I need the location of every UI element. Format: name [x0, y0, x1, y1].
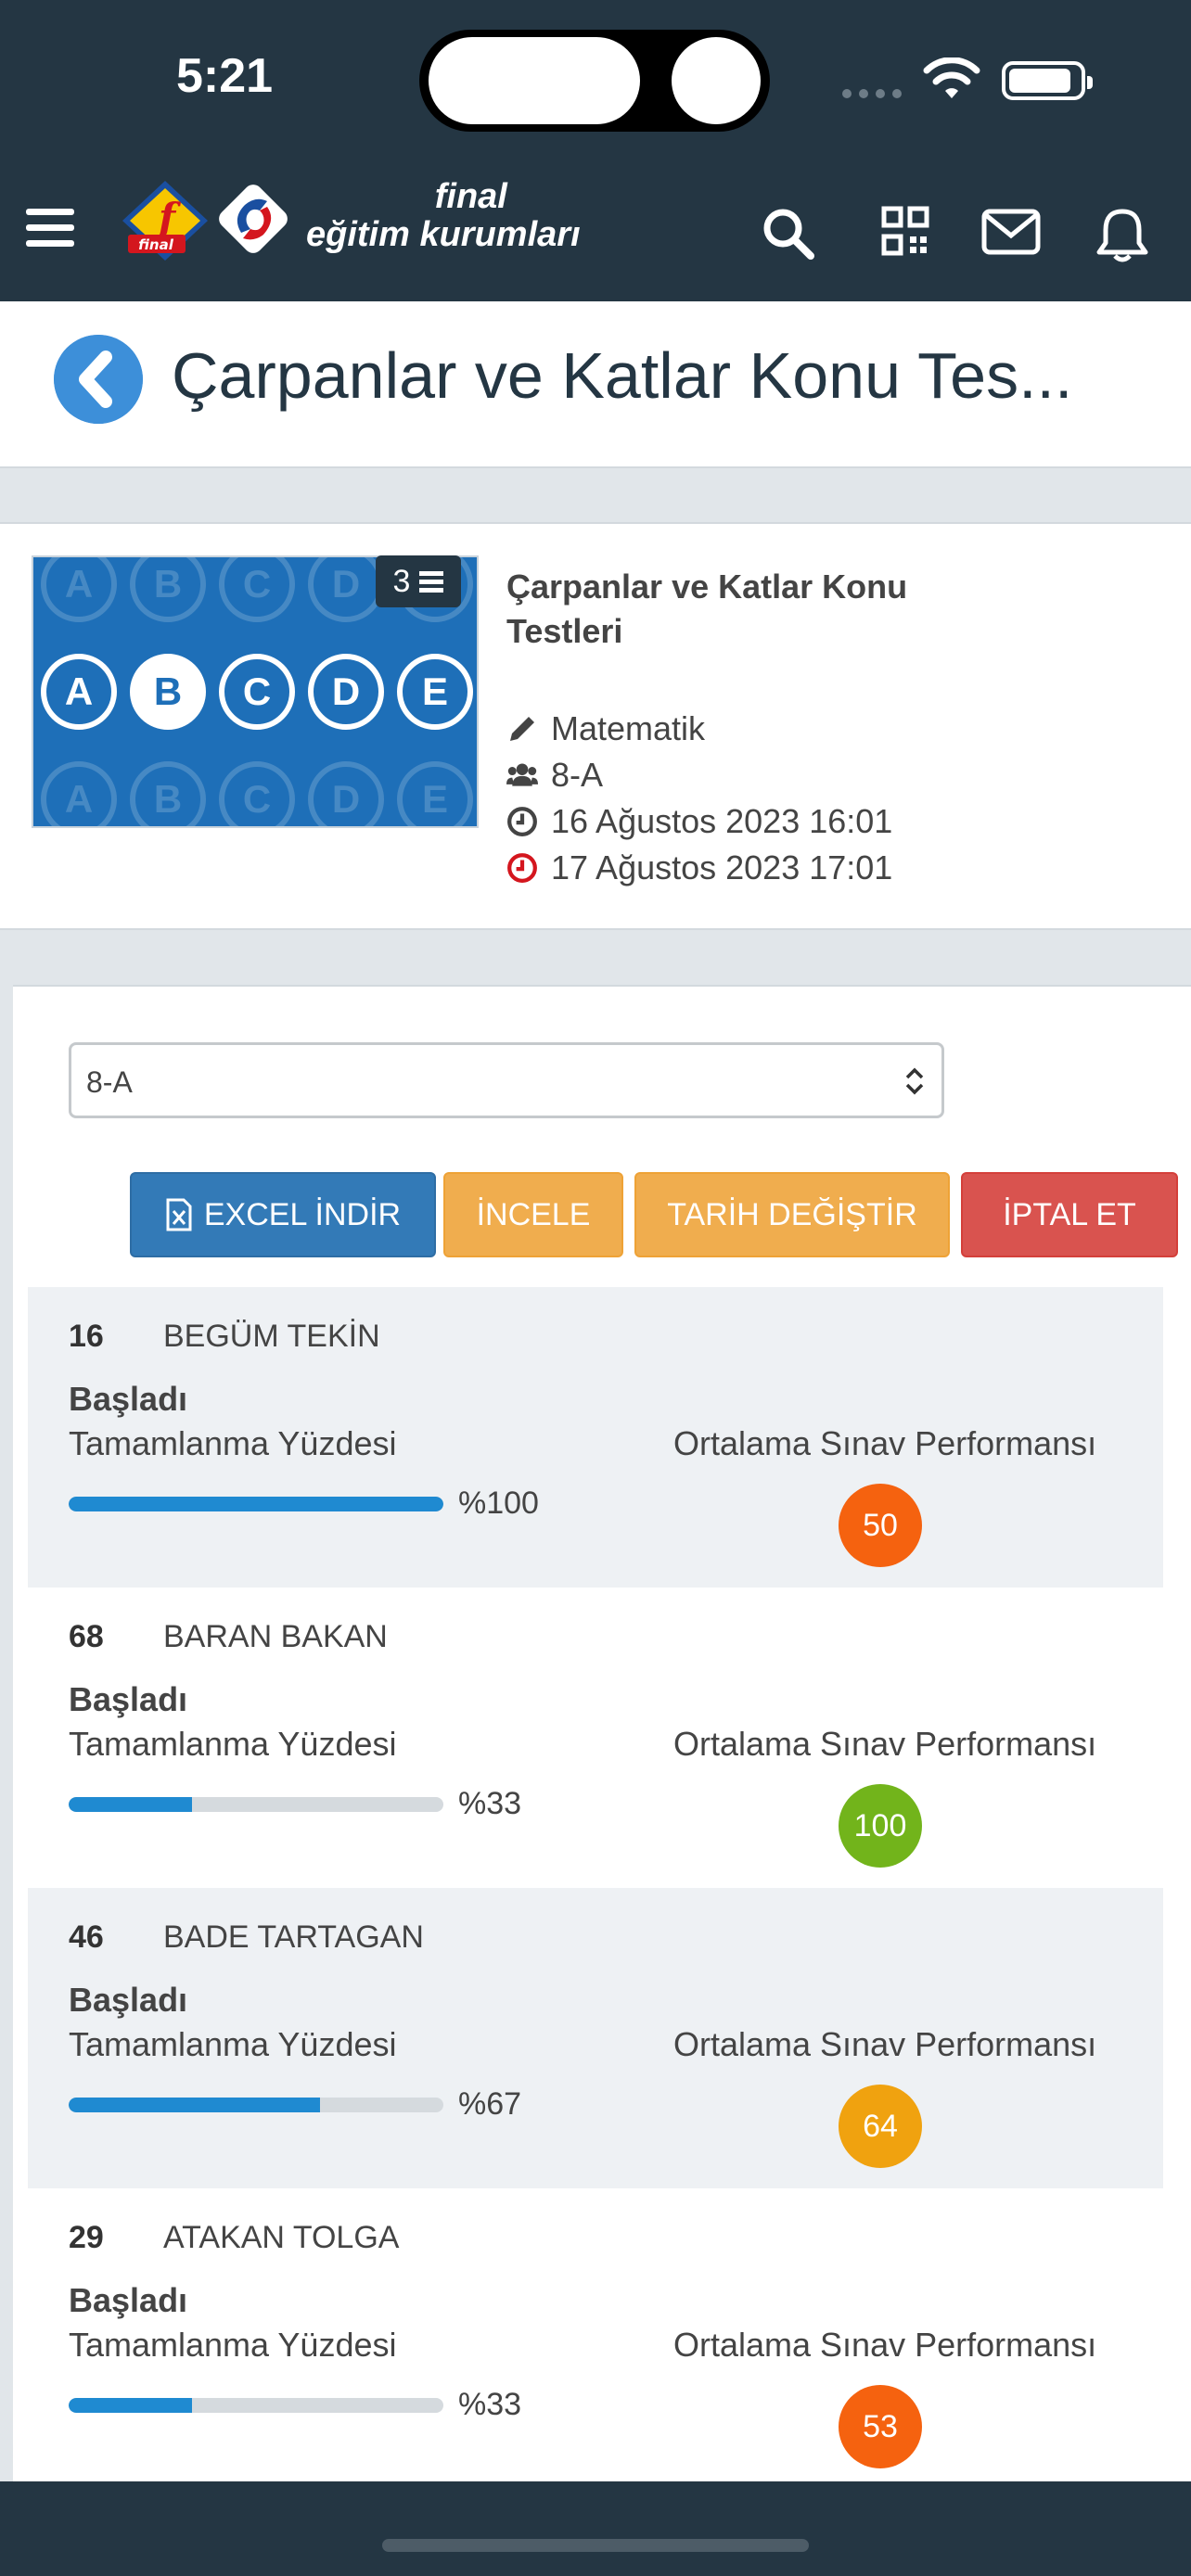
qr-code-icon[interactable]	[881, 206, 929, 258]
pencil-icon	[510, 717, 534, 741]
class-line: 8-A	[506, 756, 603, 795]
completion-progress-bar	[69, 1797, 443, 1812]
test-info-card: ABCDE ABCDE ABCDE 3 Çarpanlar ve Katlar …	[0, 522, 1191, 930]
performance-score-badge: 50	[839, 1484, 922, 1567]
final-logo-icon: f final	[122, 181, 208, 261]
search-icon[interactable]	[761, 206, 816, 261]
performance-score-badge: 64	[839, 2085, 922, 2168]
completion-progress-bar	[69, 2098, 443, 2112]
notification-bell-icon[interactable]	[1095, 206, 1150, 263]
subject-line: Matematik	[506, 709, 705, 748]
class-select[interactable]: 8-A	[69, 1042, 944, 1118]
review-button[interactable]: İNCELE	[443, 1172, 623, 1257]
start-date-line: 16 Ağustos 2023 16:01	[506, 802, 892, 841]
results-panel: 8-A EXCEL İNDİR İNCELE TARİH DEĞİŞTİR İP…	[13, 985, 1191, 2487]
mail-icon[interactable]	[981, 206, 1041, 258]
end-date-line: 17 Ağustos 2023 17:01	[506, 848, 892, 887]
student-row[interactable]: 46 BADE TARTAGAN Başladı Tamamlanma Yüzd…	[28, 1888, 1163, 2188]
cellular-signal-icon	[842, 89, 902, 98]
app-header: 5:21 f final final eğitim kurumları	[0, 0, 1191, 301]
cancel-test-button[interactable]: İPTAL ET	[961, 1172, 1178, 1257]
change-date-button[interactable]: TARİH DEĞİŞTİR	[634, 1172, 950, 1257]
excel-download-button[interactable]: EXCEL İNDİR	[130, 1172, 436, 1257]
wifi-icon	[923, 57, 980, 98]
institution-logo-icon	[219, 185, 288, 253]
phone-screen: 5:21 f final final eğitim kurumları Çarp…	[0, 0, 1191, 2576]
test-title: Çarpanlar ve Katlar Konu Testleri	[506, 567, 908, 650]
users-icon	[506, 763, 538, 786]
brand-name: final eğitim kurumları	[306, 177, 581, 254]
question-count-badge: 3	[376, 555, 461, 607]
completion-progress-bar	[69, 2398, 443, 2413]
select-chevron-icon	[905, 1067, 924, 1095]
svg-text:final: final	[138, 236, 174, 253]
battery-icon	[1002, 61, 1093, 100]
status-time: 5:21	[176, 49, 274, 103]
performance-score-badge: 100	[839, 1784, 922, 1868]
deadline-clock-icon	[507, 853, 537, 883]
performance-score-badge: 53	[839, 2385, 922, 2468]
home-indicator[interactable]	[382, 2539, 809, 2552]
dynamic-island	[419, 30, 770, 132]
student-row[interactable]: 16 BEGÜM TEKİN Başladı Tamamlanma Yüzdes…	[28, 1287, 1163, 1588]
bottom-bar	[0, 2481, 1191, 2576]
student-row[interactable]: 29 ATAKAN TOLGA Başladı Tamamlanma Yüzde…	[28, 2188, 1163, 2489]
back-button[interactable]	[54, 335, 143, 424]
excel-file-icon	[166, 1198, 192, 1231]
completion-progress-bar	[69, 1497, 443, 1511]
menu-icon[interactable]	[26, 209, 74, 249]
page-title: Çarpanlar ve Katlar Konu Tes...	[172, 339, 1073, 412]
page-title-bar: Çarpanlar ve Katlar Konu Tes...	[0, 301, 1191, 468]
student-row[interactable]: 68 BARAN BAKAN Başladı Tamamlanma Yüzdes…	[28, 1588, 1163, 1888]
list-icon	[419, 567, 444, 596]
clock-icon	[507, 807, 537, 836]
